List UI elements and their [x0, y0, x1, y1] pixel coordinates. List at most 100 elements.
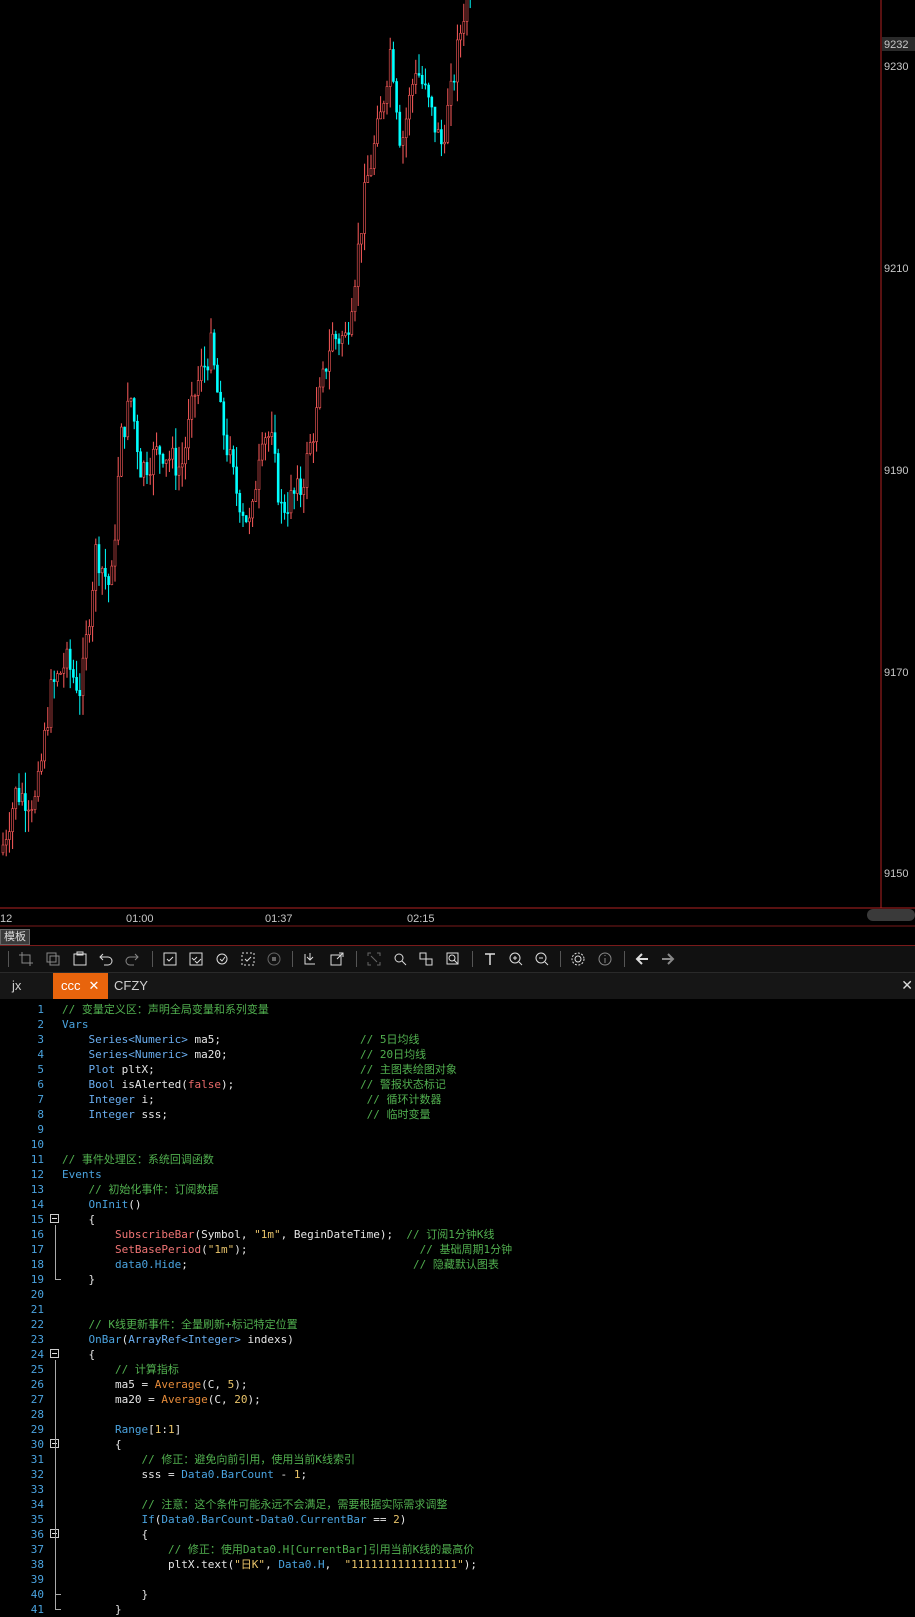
chart-scrollbar-thumb[interactable]: [867, 909, 915, 921]
code-line[interactable]: 31 // 修正：避免向前引用，使用当前K线索引: [0, 1452, 915, 1467]
code-text: {: [62, 1348, 96, 1361]
code-line[interactable]: 8 Integer sss; // 临时变量: [0, 1107, 915, 1122]
candle-body: [273, 432, 277, 454]
code-line[interactable]: 4 Series<Numeric> ma20; // 20日均线: [0, 1047, 915, 1062]
code-text: data0.Hide; // 隐藏默认图表: [114, 1258, 499, 1271]
code-line[interactable]: 19 }: [0, 1272, 915, 1287]
code-line[interactable]: 9: [0, 1122, 915, 1137]
refresh-icon[interactable]: [214, 951, 230, 967]
code-line[interactable]: 24 {: [0, 1347, 915, 1362]
code-line[interactable]: 18 data0.Hide; // 隐藏默认图表: [0, 1257, 915, 1272]
candle-body: [408, 95, 411, 120]
code-line[interactable]: 21: [0, 1302, 915, 1317]
close-icon[interactable]: ✕: [901, 978, 913, 994]
candle-body: [1, 844, 5, 854]
search-icon[interactable]: [392, 951, 408, 967]
code-line[interactable]: 25 // 计算指标: [0, 1362, 915, 1377]
candle-body: [296, 478, 299, 494]
tab-jx[interactable]: jx: [12, 973, 42, 999]
line-number: 1: [37, 1003, 44, 1016]
fold-toggle-icon[interactable]: [50, 1349, 59, 1358]
template-tab[interactable]: 模板: [0, 929, 30, 945]
code-line[interactable]: 2 Vars: [0, 1017, 915, 1032]
candle-body: [248, 517, 251, 523]
line-number: 24: [30, 1348, 44, 1361]
code-line[interactable]: 38 pltX.text("日K", Data0.H, "11111111111…: [0, 1557, 915, 1572]
candle-body: [107, 576, 110, 585]
candle-body: [244, 515, 248, 523]
select-icon[interactable]: [240, 951, 256, 967]
candle-body: [366, 175, 370, 183]
paste-icon[interactable]: [72, 951, 88, 967]
forward-arrow-icon[interactable]: [660, 951, 676, 967]
redo-icon[interactable]: [124, 951, 140, 967]
find-in-files-icon[interactable]: [445, 951, 461, 967]
code-line[interactable]: 20: [0, 1287, 915, 1302]
code-line[interactable]: 40 }: [0, 1587, 915, 1602]
zoom-out-icon[interactable]: [534, 951, 550, 967]
code-line[interactable]: 15 {: [0, 1212, 915, 1227]
candle-body: [264, 437, 267, 445]
code-editor[interactable]: 1// 变量定义区：声明全局变量和系列变量 2 Vars 3 Series<Numer…: [0, 999, 915, 1616]
settings-icon[interactable]: [570, 951, 586, 967]
code-line[interactable]: 35 If(Data0.BarCount-Data0.CurrentBar ==…: [0, 1512, 915, 1527]
code-line[interactable]: 22 // K线更新事件：全量刷新+标记特定位置: [0, 1317, 915, 1332]
candle-body: [36, 770, 40, 797]
code-line[interactable]: 26 ma5 = Average(C, 5);: [0, 1377, 915, 1392]
crop-icon[interactable]: [18, 951, 34, 967]
candlestick-chart[interactable]: 9232 9230 9210 9190 9170 9150 12 01:00 0…: [0, 0, 915, 928]
tab-cfzy[interactable]: CFZY: [114, 973, 154, 999]
info-icon[interactable]: [597, 951, 613, 967]
code-line[interactable]: 39: [0, 1572, 915, 1587]
code-line[interactable]: 36 {: [0, 1527, 915, 1542]
candle-body: [427, 84, 430, 98]
back-arrow-icon[interactable]: [634, 951, 650, 967]
import-icon[interactable]: [302, 951, 318, 967]
code-line[interactable]: 7 Integer i; // 循环计数器: [0, 1092, 915, 1107]
code-line[interactable]: 37 // 修正：使用Data0.H[CurrentBar]引用当前K线的最高价: [0, 1542, 915, 1557]
zoom-in-icon[interactable]: [508, 951, 524, 967]
candle-body: [436, 129, 440, 133]
candle-body: [152, 448, 155, 475]
check-icon[interactable]: [162, 951, 178, 967]
find-replace-icon[interactable]: [418, 951, 434, 967]
code-line[interactable]: 12 Events: [0, 1167, 915, 1182]
fit-icon[interactable]: [366, 951, 382, 967]
code-line[interactable]: 14 OnInit(): [0, 1197, 915, 1212]
chart-canvas[interactable]: 9232 9230 9210 9190 9170 9150 12 01:00 0…: [0, 0, 915, 928]
stop-icon[interactable]: [266, 951, 282, 967]
code-line[interactable]: 33: [0, 1482, 915, 1497]
code-line[interactable]: 13 // 初始化事件：订阅数据: [0, 1182, 915, 1197]
code-line[interactable]: 27 ma20 = Average(C, 20);: [0, 1392, 915, 1407]
line-number: 28: [30, 1408, 44, 1421]
candle-body: [65, 648, 69, 669]
code-line[interactable]: 10: [0, 1137, 915, 1152]
code-line[interactable]: 16 SubscribeBar(Symbol, "1m", BeginDateT…: [0, 1227, 915, 1242]
check-all-icon[interactable]: [188, 951, 204, 967]
code-line[interactable]: 17 SetBasePeriod("1m"); // 基础周期1分钟: [0, 1242, 915, 1257]
candle-body: [430, 96, 434, 108]
fold-toggle-icon[interactable]: [50, 1214, 59, 1223]
code-line[interactable]: 30 {: [0, 1437, 915, 1452]
line-number: 20: [30, 1288, 44, 1301]
code-line[interactable]: 34 // 注意：这个条件可能永远不会满足，需要根据实际需求调整: [0, 1497, 915, 1512]
export-icon[interactable]: [329, 951, 345, 967]
code-line[interactable]: 5 Plot pltX; // 主图表绘图对象: [0, 1062, 915, 1077]
code-line[interactable]: 29 Range[1:1]: [0, 1422, 915, 1437]
text-icon[interactable]: [482, 951, 498, 967]
code-text: }: [62, 1273, 96, 1286]
copy-icon[interactable]: [45, 951, 61, 967]
tab-ccc[interactable]: ccc ✕: [53, 973, 108, 999]
code-line[interactable]: 6 Bool isAlerted(false); // 警报状态标记: [0, 1077, 915, 1092]
code-line[interactable]: 28: [0, 1407, 915, 1422]
code-line[interactable]: 11 // 事件处理区：系统回调函数: [0, 1152, 915, 1167]
code-line[interactable]: 1 // 变量定义区：声明全局变量和系列变量: [0, 1002, 915, 1017]
line-number: 33: [30, 1483, 44, 1496]
close-icon[interactable]: ✕: [89, 973, 100, 999]
code-line[interactable]: 41 }: [0, 1602, 915, 1617]
toolbar-separator: [356, 951, 357, 967]
undo-icon[interactable]: [98, 951, 114, 967]
code-line[interactable]: 23 OnBar(ArrayRef<Integer> indexs): [0, 1332, 915, 1347]
code-line[interactable]: 32 sss = Data0.BarCount - 1;: [0, 1467, 915, 1482]
code-line[interactable]: 3 Series<Numeric> ma5; // 5日均线: [0, 1032, 915, 1047]
